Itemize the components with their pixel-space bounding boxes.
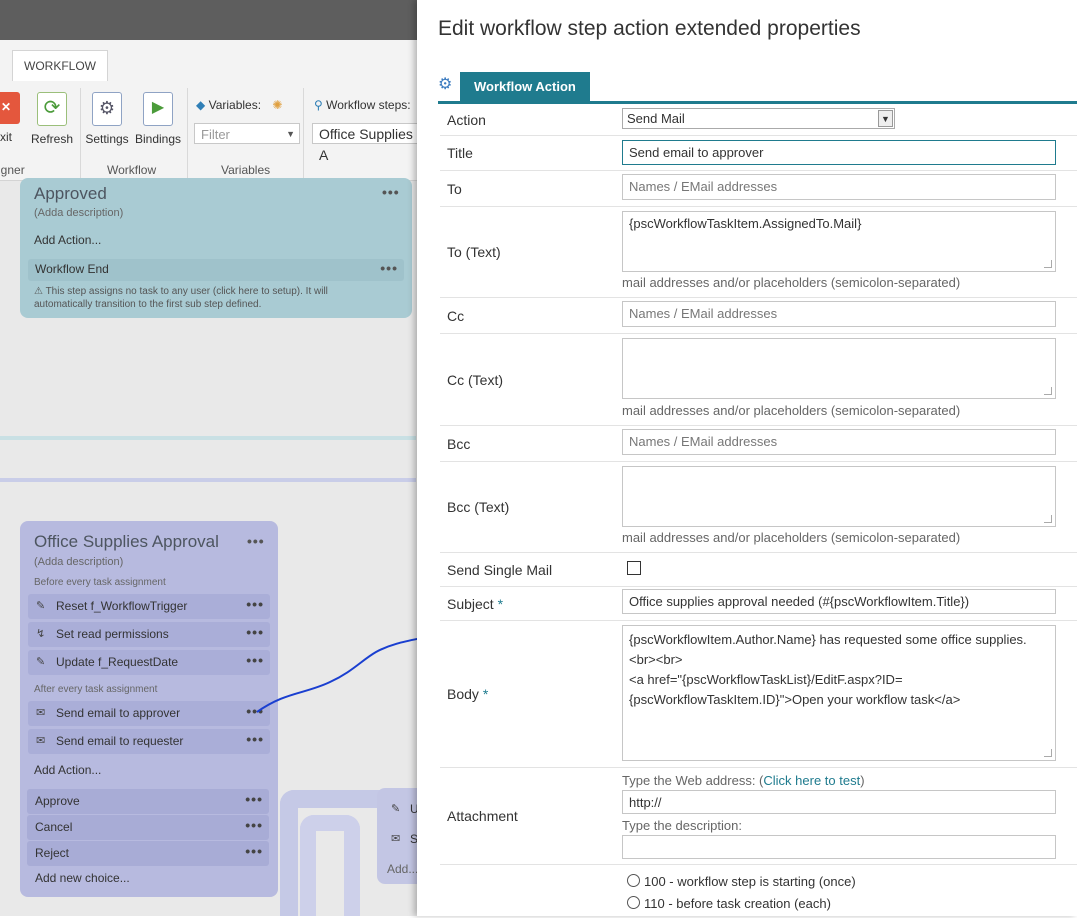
cc-text-row: Cc (Text) mail addresses and/or placehol… <box>440 334 1077 426</box>
body-row: Body * {pscWorkflowItem.Author.Name} has… <box>440 621 1077 768</box>
timing-option-label: 100 - workflow step is starting (once) <box>644 874 856 889</box>
subject-label-text: Subject <box>447 596 494 612</box>
attachment-url-input[interactable]: http:// <box>622 790 1056 814</box>
bcc-row: Bcc Names / EMail addresses <box>440 426 1077 462</box>
required-mark: * <box>482 686 489 702</box>
timing-options: 100 - workflow step is starting (once) 1… <box>627 874 856 918</box>
radio-button[interactable] <box>627 874 640 887</box>
cc-row: Cc Names / EMail addresses <box>440 298 1077 334</box>
body-value: {pscWorkflowItem.Author.Name} has reques… <box>629 632 1027 707</box>
gears-icon: ⚙ <box>438 76 453 93</box>
resize-handle-icon[interactable] <box>1044 260 1052 268</box>
title-label: Title <box>447 145 473 161</box>
timing-option-label: 110 - before task creation (each) <box>644 896 831 911</box>
test-link[interactable]: Click here to test <box>763 773 860 788</box>
tab-workflow-action[interactable]: Workflow Action <box>460 72 590 102</box>
send-single-mail-checkbox[interactable] <box>627 561 641 575</box>
bcc-people-picker[interactable]: Names / EMail addresses <box>622 429 1056 455</box>
action-label: Action <box>447 112 486 128</box>
bcc-label: Bcc <box>447 436 471 452</box>
cc-people-picker[interactable]: Names / EMail addresses <box>622 301 1056 327</box>
action-select[interactable]: Send Mail ▼ <box>622 108 895 129</box>
radio-button[interactable] <box>627 896 640 909</box>
resize-handle-icon[interactable] <box>1044 387 1052 395</box>
action-row: Action Send Mail ▼ <box>440 102 1077 136</box>
dialog-title: Edit workflow step action extended prope… <box>438 17 861 40</box>
body-label-text: Body <box>447 686 479 702</box>
bcc-text-row: Bcc (Text) mail addresses and/or placeho… <box>440 462 1077 553</box>
cc-text-label: Cc (Text) <box>447 372 503 388</box>
timing-option[interactable]: 110 - before task creation (each) <box>627 896 856 918</box>
subject-row: Subject * Office supplies approval neede… <box>440 587 1077 621</box>
extended-properties-dialog: Edit workflow step action extended prope… <box>417 0 1077 916</box>
bcc-text-hint: mail addresses and/or placeholders (semi… <box>622 530 961 545</box>
body-textarea[interactable]: {pscWorkflowItem.Author.Name} has reques… <box>622 625 1056 761</box>
web-address-line: Type the Web address: (Click here to tes… <box>622 773 865 788</box>
send-single-mail-label: Send Single Mail <box>447 562 553 578</box>
bcc-text-label: Bcc (Text) <box>447 499 510 515</box>
to-text-textarea[interactable]: {pscWorkflowTaskItem.AssignedTo.Mail} <box>622 211 1056 272</box>
cc-label: Cc <box>447 308 465 324</box>
subject-label: Subject * <box>447 596 503 612</box>
attachment-row: Attachment Type the Web address: (Click … <box>440 768 1077 865</box>
to-text-label: To (Text) <box>447 244 501 260</box>
resize-handle-icon[interactable] <box>1044 749 1052 757</box>
tab-bar: ⚙ Workflow Action <box>438 72 1077 104</box>
title-input[interactable]: Send email to approver <box>622 140 1056 165</box>
to-text-value: {pscWorkflowTaskItem.AssignedTo.Mail} <box>629 216 862 231</box>
attachment-description-label: Type the description: <box>622 818 742 833</box>
timing-option[interactable]: 100 - workflow step is starting (once) <box>627 874 856 896</box>
to-people-picker[interactable]: Names / EMail addresses <box>622 174 1056 200</box>
resize-handle-icon[interactable] <box>1044 515 1052 523</box>
to-text-row: To (Text) {pscWorkflowTaskItem.AssignedT… <box>440 207 1077 298</box>
to-label: To <box>447 181 462 197</box>
send-single-mail-row: Send Single Mail <box>440 553 1077 587</box>
bcc-text-textarea[interactable] <box>622 466 1056 527</box>
web-address-label: Type the Web address: ( <box>622 773 764 788</box>
chevron-down-icon[interactable]: ▼ <box>878 110 893 127</box>
action-select-value: Send Mail <box>627 111 685 126</box>
to-row: To Names / EMail addresses <box>440 171 1077 207</box>
title-row: Title Send email to approver <box>440 136 1077 171</box>
cc-text-hint: mail addresses and/or placeholders (semi… <box>622 403 961 418</box>
required-mark: * <box>497 596 504 612</box>
attachment-description-input[interactable] <box>622 835 1056 859</box>
web-address-suffix: ) <box>860 773 865 788</box>
body-label: Body * <box>447 686 488 702</box>
subject-input[interactable]: Office supplies approval needed (#{pscWo… <box>622 589 1056 614</box>
annotation-arrow <box>256 621 452 713</box>
to-text-hint: mail addresses and/or placeholders (semi… <box>622 275 961 290</box>
attachment-label: Attachment <box>447 808 518 824</box>
cc-text-textarea[interactable] <box>622 338 1056 399</box>
